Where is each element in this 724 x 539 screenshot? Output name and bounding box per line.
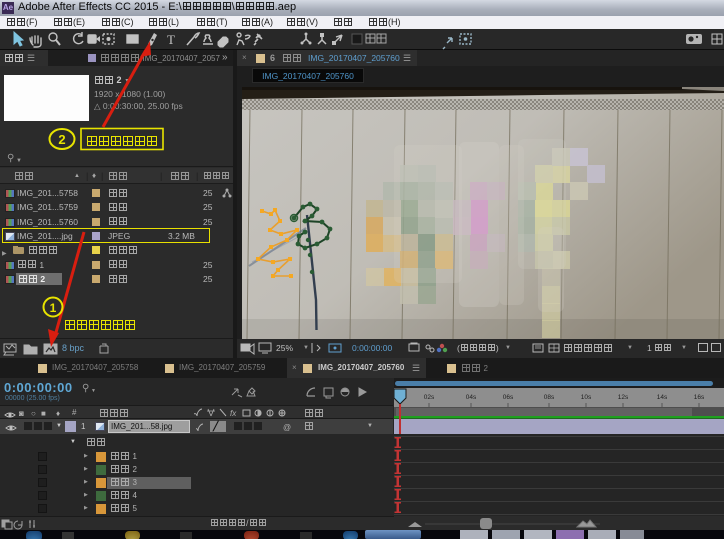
- svg-text:02s: 02s: [424, 394, 435, 401]
- svg-text:10s: 10s: [581, 394, 592, 401]
- svg-text:16s: 16s: [694, 394, 705, 401]
- svg-text:06s: 06s: [503, 394, 514, 401]
- svg-text:T: T: [167, 32, 175, 47]
- svg-text:12s: 12s: [618, 394, 629, 401]
- svg-text:08s: 08s: [544, 394, 555, 401]
- svg-text:fx: fx: [230, 409, 237, 418]
- svg-text:14s: 14s: [657, 394, 668, 401]
- svg-text:04s: 04s: [466, 394, 477, 401]
